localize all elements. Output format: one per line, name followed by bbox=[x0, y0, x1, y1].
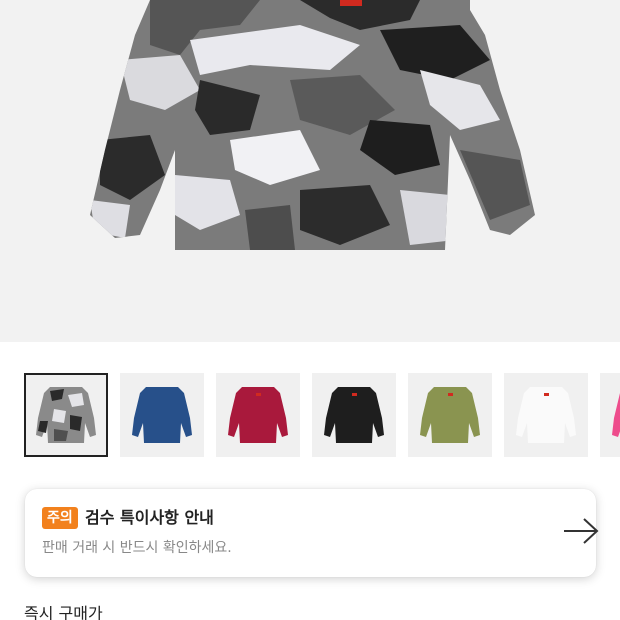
thumbnail-burgundy[interactable] bbox=[216, 373, 300, 457]
notice-title: 검수 특이사항 안내 bbox=[85, 508, 214, 527]
burgundy-shirt-thumb-icon bbox=[228, 387, 288, 443]
camo-shirt-illustration bbox=[90, 0, 535, 250]
olive-shirt-thumb-icon bbox=[420, 387, 480, 443]
thumbnail-strip bbox=[24, 373, 620, 457]
section-title-instant-buy-price: 즉시 구매가 bbox=[24, 604, 103, 620]
thumbnail-navy[interactable] bbox=[120, 373, 204, 457]
black-shirt-thumb-icon bbox=[324, 387, 384, 443]
navy-shirt-thumb-icon bbox=[132, 387, 192, 443]
thumbnail-olive[interactable] bbox=[408, 373, 492, 457]
pink-shirt-thumb-icon bbox=[612, 393, 620, 437]
product-hero-image[interactable] bbox=[0, 0, 620, 342]
notice-description: 판매 거래 시 반드시 확인하세요. bbox=[42, 540, 232, 556]
thumbnail-black[interactable] bbox=[312, 373, 396, 457]
white-shirt-thumb-icon bbox=[516, 387, 576, 443]
thumbnail-camo[interactable] bbox=[24, 373, 108, 457]
inspection-notice-card[interactable]: 주의 검수 특이사항 안내 판매 거래 시 반드시 확인하세요. bbox=[25, 489, 599, 577]
thumbnail-pink[interactable] bbox=[600, 373, 620, 457]
product-detail-page: 주의 검수 특이사항 안내 판매 거래 시 반드시 확인하세요. 즉시 구매가 bbox=[0, 0, 620, 620]
camo-shirt-thumb-icon bbox=[36, 387, 96, 443]
arrow-right-icon[interactable] bbox=[562, 516, 600, 546]
caution-badge: 주의 bbox=[42, 507, 78, 529]
thumbnail-white[interactable] bbox=[504, 373, 588, 457]
